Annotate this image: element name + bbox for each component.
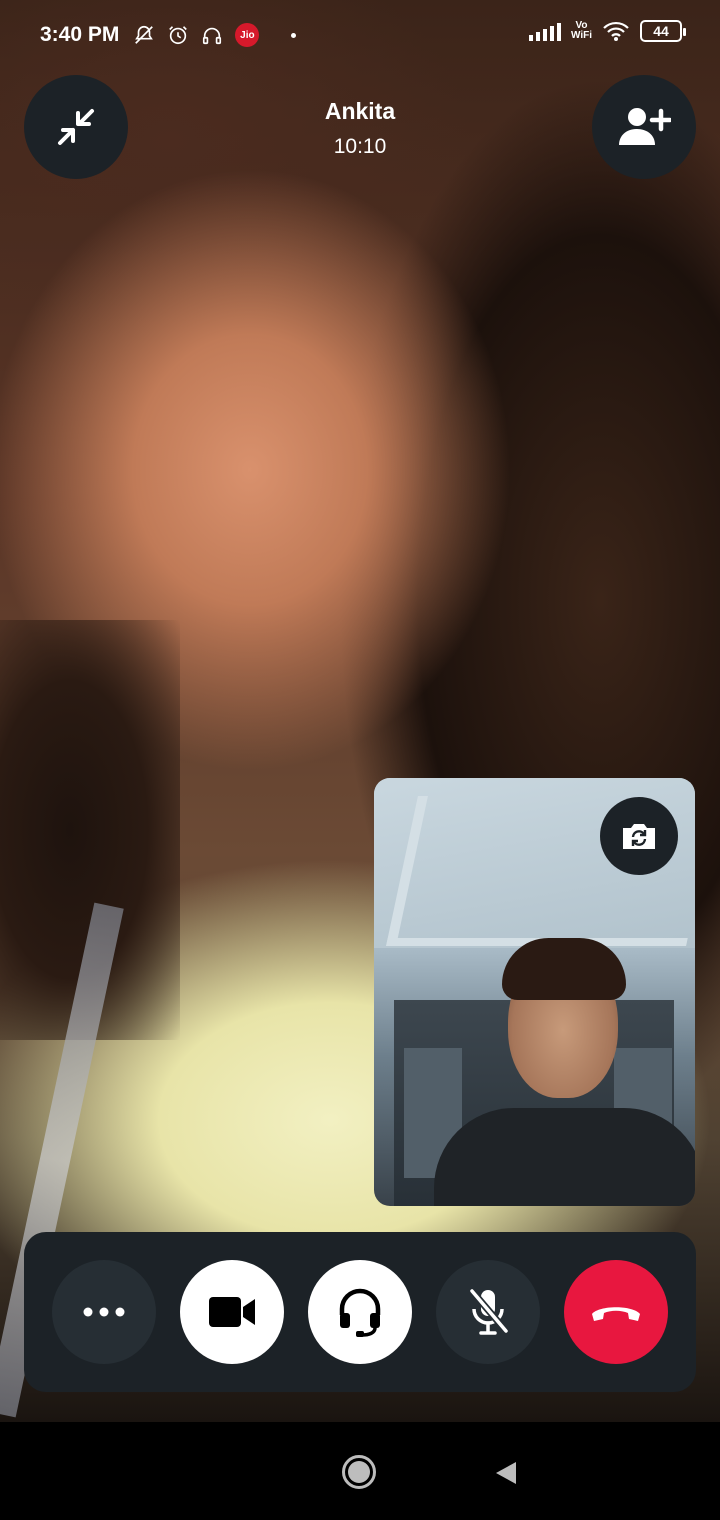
flip-camera-icon <box>623 824 655 849</box>
hang-up-icon <box>592 1307 640 1321</box>
more-options-button[interactable] <box>52 1260 156 1364</box>
signal-icon <box>528 21 561 41</box>
call-info: Ankita 10:10 <box>260 98 460 159</box>
notification-dot <box>291 32 297 38</box>
preview-person-body <box>434 1108 695 1206</box>
add-person-icon <box>619 108 671 145</box>
battery-level: 44 <box>653 23 669 39</box>
audio-output-button[interactable] <box>308 1260 412 1364</box>
mute-notifications-icon <box>135 25 154 44</box>
headset-icon <box>339 1288 381 1337</box>
add-person-button[interactable] <box>592 75 696 179</box>
status-icons-left: Jio <box>133 23 297 47</box>
preview-person-hair <box>502 938 626 1000</box>
home-circle-icon[interactable] <box>342 1455 376 1489</box>
end-call-button[interactable] <box>564 1260 668 1364</box>
vowifi-bottom: WiFi <box>570 30 592 41</box>
remote-video-feed[interactable] <box>0 0 720 1422</box>
headphones-icon <box>203 27 222 45</box>
jio-icon: Jio <box>235 23 260 47</box>
battery-icon: 44 <box>640 20 686 42</box>
wifi-icon <box>603 21 629 41</box>
video-toggle-button[interactable] <box>180 1260 284 1364</box>
alarm-icon <box>169 26 188 45</box>
status-time: 3:40 PM <box>40 23 120 46</box>
caller-name: Ankita <box>324 98 396 124</box>
video-camera-icon <box>209 1297 255 1327</box>
back-triangle-icon[interactable] <box>494 1460 518 1486</box>
status-icons-right: Vo WiFi 44 <box>528 20 686 42</box>
more-dots-icon <box>83 1307 125 1317</box>
flip-camera-button[interactable] <box>600 797 678 875</box>
status-bar: 3:40 PM Jio Vo WiFi 44 <box>0 0 720 70</box>
vowifi-label: Vo WiFi <box>571 21 592 41</box>
call-duration: 10:10 <box>333 135 387 158</box>
microphone-off-icon <box>469 1288 509 1335</box>
minimize-call-button[interactable] <box>24 75 128 179</box>
minimize-arrows-icon <box>58 109 94 145</box>
mute-mic-button[interactable] <box>436 1260 540 1364</box>
